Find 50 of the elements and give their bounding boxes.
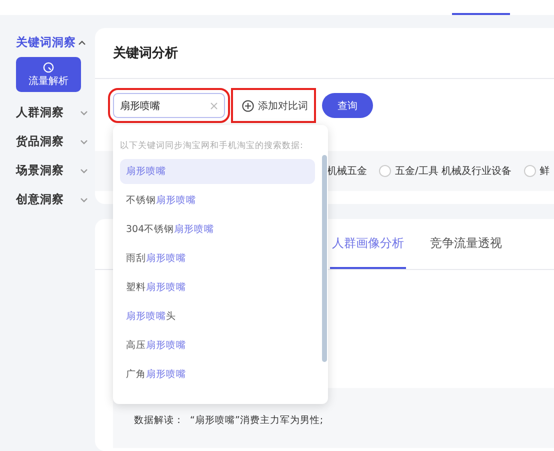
suggestion-text: 雨刮 bbox=[126, 252, 146, 265]
add-compare-button[interactable]: 添加对比词 bbox=[231, 88, 316, 123]
suggestion-item[interactable]: 雨刮扇形喷嘴 bbox=[120, 246, 315, 271]
plus-circle-icon bbox=[242, 100, 254, 112]
sidebar-item[interactable]: 人群洞察 bbox=[16, 98, 95, 127]
sidebar-item[interactable]: 货品洞察 bbox=[16, 127, 95, 156]
category-label: 五金/工具 机械及行业设备 bbox=[395, 164, 512, 178]
chevron-down-icon bbox=[80, 166, 88, 174]
sidebar-item[interactable]: 场景洞察 bbox=[16, 156, 95, 185]
sidebar-item[interactable]: 创意洞察 bbox=[16, 185, 95, 214]
matched-keyword: 扇形喷嘴 bbox=[126, 165, 166, 178]
chevron-down-icon bbox=[80, 138, 88, 146]
suggestion-item[interactable]: 高压扇形喷嘴 bbox=[120, 333, 315, 358]
matched-keyword: 扇形喷嘴 bbox=[146, 339, 186, 352]
suggestion-text: 304不锈钢 bbox=[126, 223, 174, 236]
matched-keyword: 扇形喷嘴 bbox=[146, 368, 186, 381]
tab[interactable]: 竞争流量透视 bbox=[428, 219, 504, 269]
suggestion-text: 不锈钢 bbox=[126, 194, 156, 207]
suggestion-text: 高压 bbox=[126, 339, 146, 352]
category-label: 机械五金 bbox=[327, 164, 367, 178]
suggestion-item[interactable]: 304不锈钢扇形喷嘴 bbox=[120, 217, 315, 242]
category-label: 鲜 bbox=[540, 165, 550, 178]
suggestion-text: 广角 bbox=[126, 368, 146, 381]
tab[interactable]: 人群画像分析 bbox=[330, 219, 406, 269]
gauge-icon bbox=[43, 62, 54, 72]
suggestion-text: 塑料 bbox=[126, 281, 146, 294]
chevron-up-icon bbox=[78, 38, 86, 46]
chevron-down-icon bbox=[80, 196, 88, 204]
clear-icon[interactable] bbox=[210, 102, 218, 110]
suggestion-text: 头 bbox=[166, 310, 176, 323]
chevron-down-icon bbox=[80, 108, 88, 116]
matched-keyword: 扇形喷嘴 bbox=[156, 194, 196, 207]
suggestion-item[interactable]: 不锈钢扇形喷嘴 bbox=[120, 188, 315, 213]
suggestion-item[interactable]: 扇形喷嘴头 bbox=[120, 304, 315, 329]
sidebar-item[interactable]: 关键词洞察 bbox=[16, 28, 95, 57]
suggestion-item[interactable]: 塑料扇形喷嘴 bbox=[120, 275, 315, 300]
insight-text: 数据解读： “扇形喷嘴”消费主力军为男性; bbox=[134, 414, 324, 427]
query-button[interactable]: 查询 bbox=[322, 93, 373, 118]
dropdown-note: 以下关键词同步淘宝网和手机淘宝的搜索数据: bbox=[120, 140, 304, 152]
radio-button[interactable] bbox=[524, 165, 536, 177]
radio-button[interactable] bbox=[379, 165, 391, 177]
matched-keyword: 扇形喷嘴 bbox=[174, 223, 214, 236]
suggestion-item[interactable]: 扇形喷嘴 bbox=[120, 159, 315, 184]
scrollbar[interactable] bbox=[322, 155, 327, 362]
matched-keyword: 扇形喷嘴 bbox=[126, 310, 166, 323]
matched-keyword: 扇形喷嘴 bbox=[146, 252, 186, 265]
card-title: 关键词分析 bbox=[95, 28, 554, 79]
matched-keyword: 扇形喷嘴 bbox=[146, 281, 186, 294]
suggestion-item[interactable]: 广角 扇形喷嘴 bbox=[120, 362, 315, 387]
sidebar-subitem[interactable]: 流量解析 bbox=[16, 57, 81, 92]
